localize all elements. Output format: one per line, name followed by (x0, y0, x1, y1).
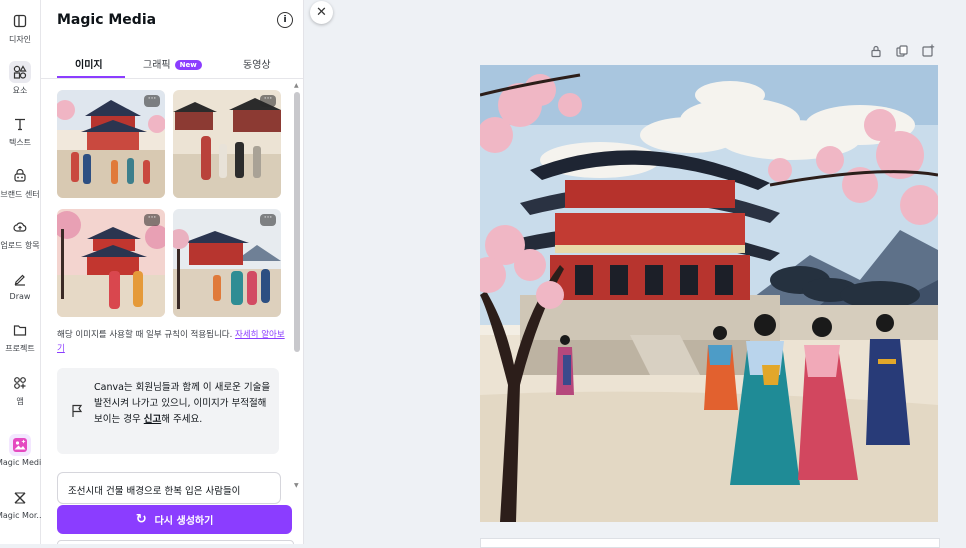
sidebar-item-apps[interactable]: 앱 (0, 372, 40, 407)
sidebar-item-text[interactable]: 텍스트 (0, 113, 40, 148)
magic-media-icon (9, 434, 31, 456)
sidebar-item-brand[interactable]: 브랜드 센터 (0, 165, 40, 200)
hanbok-palace-illustration (480, 65, 938, 522)
sidebar-item-projects[interactable]: 프로젝트 (0, 319, 40, 354)
canvas-artboard[interactable] (480, 65, 938, 522)
generated-image-3[interactable]: ··· (57, 209, 165, 317)
prompt-input[interactable]: 조선시대 건물 배경으로 한복 입은 사람들이 (57, 472, 281, 504)
apps-icon (9, 372, 31, 394)
tab-label: 그래픽 (143, 60, 171, 71)
scroll-down-icon[interactable]: ▼ (294, 482, 299, 489)
shapes-icon (9, 61, 31, 83)
sidebar-item-label: 텍스트 (8, 138, 32, 147)
magic-morph-icon (9, 487, 31, 509)
secondary-button-edge[interactable] (57, 540, 294, 544)
sidebar-item-label: Magic Media (0, 458, 44, 467)
active-tab-indicator (57, 76, 125, 78)
usage-notice-text: 해당 이미지를 사용할 때 일부 규칙이 적용됩니다. (57, 330, 233, 340)
new-badge: New (174, 60, 202, 70)
left-rail: 디자인 요소 텍스트 브랜드 센터 업로드 항목 Draw 프로젝트 앱 agi… (0, 0, 44, 544)
flag-icon (72, 404, 83, 417)
regenerate-label: 다시 생성하기 (154, 516, 214, 527)
sidebar-item-magic-media[interactable]: Magic Media (0, 434, 44, 467)
page-toolbar (868, 44, 938, 58)
next-page-edge (480, 538, 940, 548)
folder-icon (9, 319, 31, 341)
report-link[interactable]: 신고 (144, 414, 161, 425)
pen-icon (9, 268, 31, 290)
sidebar-item-magic-morph[interactable]: Magic Mor... (0, 487, 44, 520)
sidebar-item-label: Magic Mor... (0, 511, 44, 520)
sidebar-item-label: 요소 (12, 86, 28, 95)
scroll-thumb[interactable] (294, 92, 300, 352)
upload-cloud-icon (9, 216, 31, 238)
info-icon[interactable]: i (277, 12, 293, 28)
sidebar-item-design[interactable]: 디자인 (0, 10, 40, 45)
tab-label: 이미지 (75, 60, 103, 71)
sidebar-item-label: 프로젝트 (5, 344, 35, 353)
generated-image-4[interactable]: ··· (173, 209, 281, 317)
usage-notice: 해당 이미지를 사용할 때 일부 규칙이 적용됩니다. 자세히 알아보기 (57, 328, 289, 356)
sidebar-item-uploads[interactable]: 업로드 항목 (0, 216, 40, 251)
sidebar-item-label: 업로드 항목 (0, 241, 40, 250)
sidebar-item-label: 앱 (16, 397, 24, 406)
tab-label: 동영상 (243, 60, 271, 71)
generated-image-1[interactable]: ··· (57, 90, 165, 198)
more-options-icon[interactable]: ··· (144, 214, 160, 226)
more-options-icon[interactable]: ··· (144, 95, 160, 107)
close-panel-button[interactable]: ✕ (310, 1, 333, 24)
refresh-icon: ↻ (135, 512, 147, 527)
sidebar-item-label: Draw (9, 292, 31, 301)
panel-tabs: 이미지 그래픽 New 동영상 (41, 44, 303, 79)
lock-icon[interactable] (869, 44, 883, 58)
add-page-icon[interactable] (921, 44, 935, 58)
feedback-text-end: 해 주세요. (161, 414, 203, 425)
tab-graphics[interactable]: 그래픽 New (143, 56, 202, 71)
tab-videos[interactable]: 동영상 (243, 56, 271, 71)
magic-media-panel: Magic Media i 이미지 그래픽 New 동영상 ··· ··· ··… (41, 0, 304, 544)
sidebar-item-label: 디자인 (8, 35, 32, 44)
more-options-icon[interactable]: ··· (260, 95, 276, 107)
brand-icon (9, 165, 31, 187)
layout-icon (9, 10, 31, 32)
sidebar-item-elements[interactable]: 요소 (0, 61, 40, 96)
sidebar-item-label: 브랜드 센터 (0, 190, 40, 199)
duplicate-icon[interactable] (895, 44, 909, 58)
panel-scrollbar[interactable]: ▲ ▼ (293, 80, 301, 492)
generated-image-2[interactable]: ··· (173, 90, 281, 198)
feedback-text: Canva는 회원님들과 함께 이 새로운 기술을 발전시켜 나가고 있으니, … (94, 380, 274, 428)
more-options-icon[interactable]: ··· (260, 214, 276, 226)
sidebar-item-draw[interactable]: Draw (0, 268, 40, 301)
feedback-box: Canva는 회원님들과 함께 이 새로운 기술을 발전시켜 나가고 있으니, … (57, 368, 279, 454)
close-icon: ✕ (316, 5, 327, 20)
panel-title: Magic Media (57, 12, 157, 28)
scroll-up-icon[interactable]: ▲ (294, 82, 299, 89)
regenerate-button[interactable]: ↻ 다시 생성하기 (57, 505, 292, 534)
tab-images[interactable]: 이미지 (75, 56, 103, 71)
prompt-text: 조선시대 건물 배경으로 한복 입은 사람들이 (68, 486, 241, 497)
text-icon (9, 113, 31, 135)
